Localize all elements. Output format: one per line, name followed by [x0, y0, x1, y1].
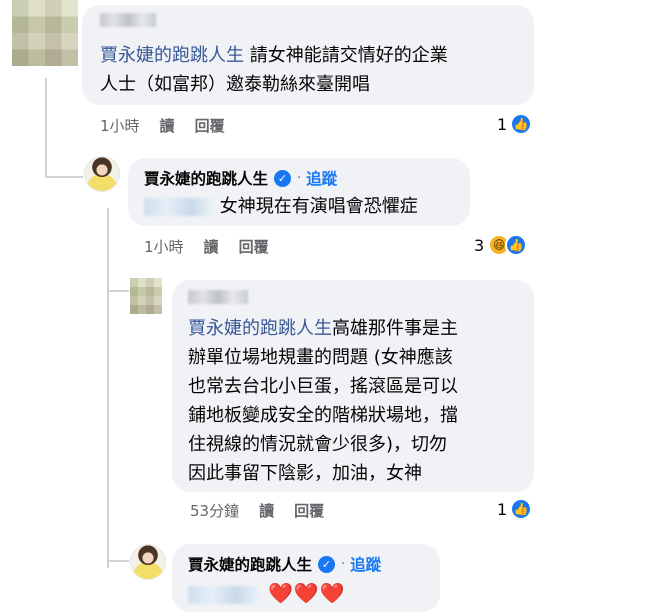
heart-emoji: ❤️❤️❤️: [268, 581, 346, 605]
comment-meta: 1小時 讀 回覆: [100, 115, 245, 136]
reaction-summary[interactable]: 3 😆 👍: [474, 234, 528, 256]
comment-text-line: 辦單位場地規畫的問題 (女神應該: [188, 347, 453, 368]
comment-text-line: 鋪地板變成安全的階梯狀場地，擋: [188, 405, 458, 426]
author-name-redacted[interactable]: [100, 13, 156, 27]
read-button[interactable]: 讀: [204, 236, 219, 257]
comment-text-line: 因此事留下陰影，加油，女神: [188, 463, 422, 484]
thread-line: [107, 290, 129, 292]
author-name[interactable]: 賈永婕的跑跳人生: [144, 167, 268, 189]
like-icon: 👍: [510, 498, 533, 520]
author-row: 賈永婕的跑跳人生 ✓ · 追蹤: [188, 553, 381, 575]
reaction-summary[interactable]: 1 👍: [497, 498, 533, 520]
reaction-count: 3: [474, 235, 485, 255]
thread-line: [45, 78, 47, 178]
mention-redacted[interactable]: [188, 586, 260, 604]
author-name[interactable]: 賈永婕的跑跳人生: [188, 553, 312, 575]
comment-text: 賈永婕的跑跳人生高雄那件事是主 辦單位場地規畫的問題 (女神應該 也常去台北小巨…: [188, 314, 528, 488]
check-icon: ✓: [274, 169, 292, 187]
mention-redacted[interactable]: [144, 198, 214, 216]
comment-bubble: 賈永婕的跑跳人生高雄那件事是主 辦單位場地規畫的問題 (女神應該 也常去台北小巨…: [172, 280, 534, 492]
check-icon: ✓: [318, 555, 336, 573]
comment-meta: 53分鐘 讀 回覆: [190, 500, 344, 521]
comment-text-line: 女神現在有演唱會恐懼症: [219, 196, 418, 217]
avatar[interactable]: [130, 278, 162, 314]
comment-text-line: 高雄那件事是主: [332, 318, 458, 339]
timestamp[interactable]: 1小時: [144, 236, 184, 257]
timestamp[interactable]: 53分鐘: [190, 500, 239, 521]
comment-text: 女神現在有演唱會恐懼症: [144, 194, 464, 220]
reaction-count: 1: [497, 114, 508, 134]
reaction-summary[interactable]: 1 👍: [497, 113, 533, 135]
comment-text: ❤️❤️❤️: [188, 580, 438, 608]
like-icon: 👍: [510, 113, 533, 135]
follow-button[interactable]: 追蹤: [350, 553, 381, 575]
thread-line: [107, 208, 109, 568]
reaction-count: 1: [497, 499, 508, 519]
read-button[interactable]: 讀: [160, 115, 175, 136]
comment-text-line: 請女神能請交情好的企業: [244, 45, 448, 66]
reply-button[interactable]: 回覆: [195, 115, 225, 136]
read-button[interactable]: 讀: [259, 500, 274, 521]
follow-button[interactable]: 追蹤: [306, 167, 337, 189]
avatar[interactable]: [130, 544, 166, 580]
author-name-redacted[interactable]: [188, 290, 248, 304]
timestamp[interactable]: 1小時: [100, 115, 140, 136]
comment-bubble: 賈永婕的跑跳人生 ✓ · 追蹤 女神現在有演唱會恐懼症: [128, 158, 470, 226]
reply-button[interactable]: 回覆: [239, 236, 269, 257]
avatar[interactable]: [84, 156, 120, 192]
comment-meta: 1小時 讀 回覆: [144, 236, 289, 257]
like-icon: 👍: [505, 234, 528, 256]
thread-line: [107, 560, 129, 562]
reply-button[interactable]: 回覆: [294, 500, 324, 521]
separator-dot: ·: [341, 556, 346, 572]
comment-text: 賈永婕的跑跳人生 請女神能請交情好的企業 人士（如富邦）邀泰勒絲來臺開唱: [100, 41, 530, 99]
separator-dot: ·: [297, 170, 302, 186]
comment-bubble: 賈永婕的跑跳人生 請女神能請交情好的企業 人士（如富邦）邀泰勒絲來臺開唱: [82, 5, 534, 105]
comment-text-line: 住視線的情況就會少很多)，切勿: [188, 434, 448, 455]
mention-link[interactable]: 賈永婕的跑跳人生: [188, 318, 332, 339]
avatar[interactable]: [12, 0, 78, 66]
author-row: 賈永婕的跑跳人生 ✓ · 追蹤: [144, 167, 337, 189]
comment-text-line: 也常去台北小巨蛋，搖滾區是可以: [188, 376, 458, 397]
thread-line: [45, 176, 83, 178]
mention-link[interactable]: 賈永婕的跑跳人生: [100, 45, 244, 66]
comment-bubble: 賈永婕的跑跳人生 ✓ · 追蹤 ❤️❤️❤️: [172, 544, 440, 612]
comment-text-line: 人士（如富邦）邀泰勒絲來臺開唱: [100, 74, 370, 95]
